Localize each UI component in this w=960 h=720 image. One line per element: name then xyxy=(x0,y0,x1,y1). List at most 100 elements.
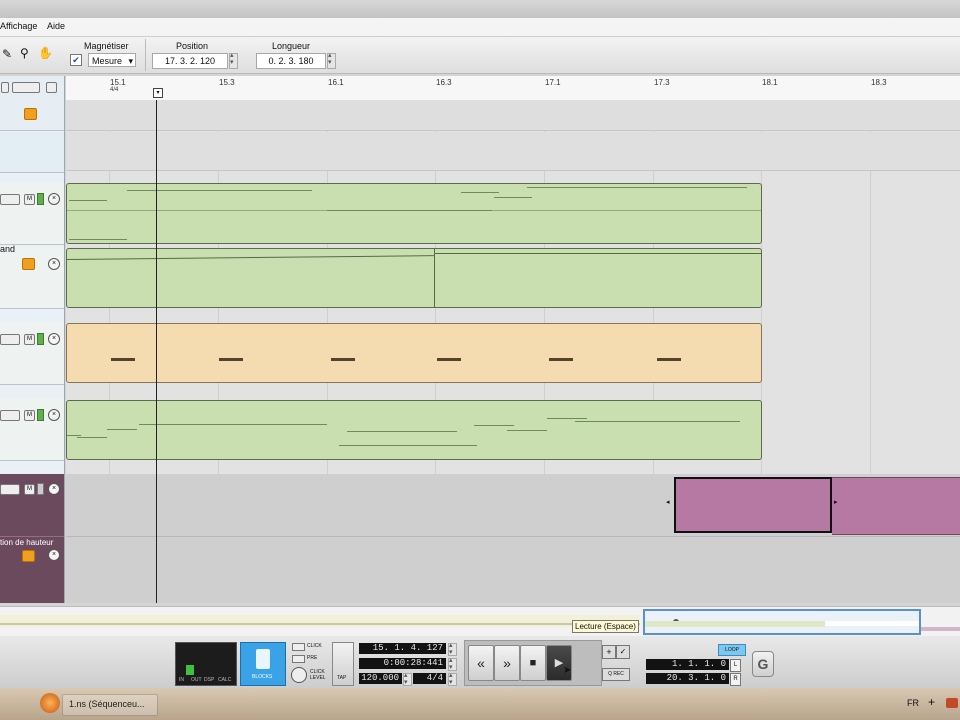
close-icon[interactable]: × xyxy=(48,333,60,345)
pre-toggle[interactable] xyxy=(292,655,305,663)
chevron-down-icon: ▾ xyxy=(128,56,133,66)
edit-button[interactable]: ✓ xyxy=(616,645,630,659)
blocks-label: BLOCKS xyxy=(252,674,273,680)
pattern-clip[interactable] xyxy=(66,323,762,383)
loop-left-button[interactable]: L xyxy=(730,659,741,672)
playhead-line xyxy=(156,100,157,603)
stop-button[interactable]: ■ xyxy=(520,645,546,681)
track-dropdown[interactable] xyxy=(0,410,20,421)
position-field[interactable]: 17. 3. 2. 120 xyxy=(152,53,228,69)
ruler-label: 15.3 xyxy=(219,78,235,87)
track-name: tion de hauteur xyxy=(0,538,54,547)
track-dropdown[interactable] xyxy=(0,484,20,495)
track-dropdown[interactable] xyxy=(0,194,20,205)
mute-button[interactable]: M xyxy=(24,194,35,205)
add-button[interactable]: + xyxy=(602,645,616,659)
meter-label-out: OUT xyxy=(191,677,202,683)
tray-icon[interactable] xyxy=(946,698,958,708)
time-stepper[interactable] xyxy=(448,656,457,671)
close-icon[interactable]: × xyxy=(48,483,60,495)
midi-clip[interactable] xyxy=(66,400,762,460)
song-overview[interactable] xyxy=(0,606,960,637)
quantize-record-button[interactable]: Q REC xyxy=(602,668,630,681)
clip-handle-left-icon[interactable]: ◂ xyxy=(666,498,670,506)
magnifier-icon[interactable]: ⚲ xyxy=(20,46,29,60)
position-stepper[interactable] xyxy=(448,641,457,656)
click-level-label: CLICK LEVEL xyxy=(310,669,326,681)
lane-divider xyxy=(0,536,64,537)
track-header-transport xyxy=(0,76,64,131)
length-field[interactable]: 0. 2. 3. 180 xyxy=(256,53,326,69)
mute-button[interactable]: M xyxy=(24,410,35,421)
overview-viewport[interactable] xyxy=(643,609,921,635)
close-icon[interactable]: × xyxy=(48,258,60,270)
snap-value: Mesure xyxy=(92,56,123,66)
clip-handle-right-icon[interactable]: ▸ xyxy=(834,498,838,506)
ruler-label: 17.3 xyxy=(654,78,670,87)
close-icon[interactable]: × xyxy=(48,409,60,421)
mute-button[interactable]: M xyxy=(24,334,35,345)
tap-button[interactable]: TAP xyxy=(332,642,354,686)
meter-label-in: IN xyxy=(179,677,184,683)
rewind-button[interactable]: « xyxy=(468,645,494,681)
loop-right-button[interactable]: R xyxy=(730,673,741,686)
language-indicator[interactable]: FR xyxy=(907,698,919,708)
menu-item-affichage[interactable]: Affichage xyxy=(0,21,37,31)
reason-logo-icon[interactable]: G xyxy=(752,651,774,677)
device-icon xyxy=(22,258,35,270)
track-dropdown[interactable] xyxy=(0,334,20,345)
tempo-display[interactable]: 120.000 xyxy=(359,673,402,684)
click-level-knob[interactable] xyxy=(291,667,307,683)
loop-right-display[interactable]: 20. 3. 1. 0 xyxy=(646,673,729,684)
midi-clip[interactable] xyxy=(66,183,762,244)
timeline-ruler[interactable]: 15.1 4/4 15.3 16.1 16.3 17.1 17.3 18.1 1… xyxy=(66,76,960,101)
header-dropdown[interactable] xyxy=(12,82,40,93)
length-stepper[interactable] xyxy=(327,51,336,69)
arrangement-area[interactable]: ◂ ▸ xyxy=(66,100,960,603)
snap-label: Magnétiser xyxy=(84,41,129,51)
position-time-display[interactable]: 0:00:28:441 xyxy=(359,658,446,669)
position-stepper[interactable] xyxy=(229,51,238,69)
track-header-2: and × xyxy=(0,244,64,309)
close-icon[interactable]: × xyxy=(48,193,60,205)
pencil-icon[interactable]: ✎ xyxy=(2,47,12,61)
track-header-1: M × xyxy=(0,182,64,245)
playhead-marker[interactable]: ▾ xyxy=(153,88,163,98)
signature-display[interactable]: 4/4 xyxy=(413,673,446,684)
clip[interactable] xyxy=(832,477,960,535)
device-icon xyxy=(24,108,37,120)
app-icon[interactable] xyxy=(40,693,60,713)
cpu-meter: IN OUT DSP CALC xyxy=(175,642,237,686)
header-button[interactable] xyxy=(1,82,9,93)
plus-icon[interactable]: + xyxy=(928,695,935,709)
loop-button[interactable]: LOOP xyxy=(718,644,746,656)
toolbar-divider xyxy=(145,39,146,71)
tempo-stepper[interactable] xyxy=(403,671,412,686)
loop-left-display[interactable]: 1. 1. 1. 0 xyxy=(646,659,729,670)
level-meter xyxy=(37,483,44,495)
click-toggle[interactable] xyxy=(292,643,305,651)
pre-label: PRE xyxy=(307,655,318,661)
play-tooltip: Lecture (Espace) xyxy=(572,620,639,633)
menu-item-aide[interactable]: Aide xyxy=(47,21,65,31)
selected-clip[interactable] xyxy=(674,477,832,533)
header-button[interactable] xyxy=(46,82,57,93)
close-icon[interactable]: × xyxy=(48,549,60,561)
signature-stepper[interactable] xyxy=(448,671,457,686)
fast-forward-button[interactable]: » xyxy=(494,645,520,681)
automation-clip[interactable] xyxy=(66,248,762,308)
ruler-signature: 4/4 xyxy=(110,87,119,93)
taskbar-app-button[interactable]: 1.ns (Séquenceu... xyxy=(62,694,158,716)
level-meter xyxy=(37,333,44,345)
blocks-button[interactable]: BLOCKS xyxy=(240,642,286,686)
position-bars-display[interactable]: 15. 1. 4. 127 xyxy=(359,643,446,654)
mute-button[interactable]: M xyxy=(24,484,35,495)
clip-split xyxy=(434,249,435,307)
snap-select[interactable]: Mesure ▾ xyxy=(88,53,136,67)
ruler-label: 16.3 xyxy=(436,78,452,87)
window-titlebar xyxy=(0,0,960,18)
taskbar: 1.ns (Séquenceu... FR + xyxy=(0,688,960,720)
meter-label-dsp: DSP xyxy=(204,677,215,683)
hand-icon[interactable]: ✋ xyxy=(38,46,53,60)
snap-checkbox[interactable]: ✔ xyxy=(70,54,82,66)
